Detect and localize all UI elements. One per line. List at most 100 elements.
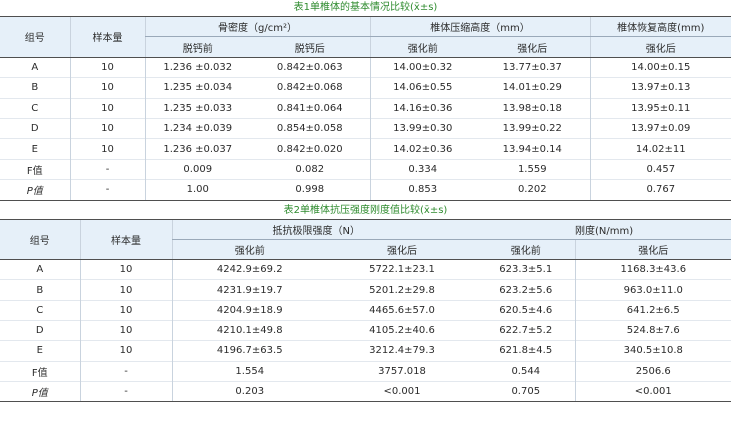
- table-cell: 0.854±0.058: [250, 117, 370, 139]
- table-cell: 2506.6: [574, 360, 731, 382]
- table-row: E 10 1.236 ±0.037 0.842±0.020 14.02±0.36 13.9…: [0, 138, 731, 160]
- row-sample-size: 10: [69, 97, 145, 119]
- table-cell: 13.99±0.22: [475, 117, 591, 139]
- row-sample-size: -: [79, 360, 172, 382]
- row-group-label: C: [0, 97, 70, 119]
- table1-header-recovery-height: 椎体恢复高度(mm): [589, 15, 731, 38]
- table2-sub-after-reinf: 强化后: [327, 239, 477, 261]
- row-sample-size: 10: [69, 77, 145, 99]
- row-group-label: D: [0, 319, 80, 341]
- table1-header-compression-height: 椎体压缩高度（mm）: [369, 15, 591, 38]
- table1-basic-info: 组号 样本量 骨密度（g/cm²） 椎体压缩高度（mm） 椎体恢复高度(mm) …: [0, 15, 731, 201]
- table-cell: 1.234 ±0.039: [144, 117, 250, 139]
- table-cell: 1.559: [475, 158, 591, 180]
- table-cell: 0.842±0.020: [250, 138, 370, 160]
- table2-strength-stiffness: 组号 样本量 抵抗极限强度（N） 刚度(N/mm) 强化前 强化后 强化前 强化…: [0, 218, 731, 403]
- table-cell: 14.16±0.36: [369, 97, 475, 119]
- row-sample-size: 10: [69, 56, 145, 78]
- table-cell: <0.001: [327, 380, 477, 403]
- table-cell: 524.8±7.6: [574, 319, 731, 341]
- table-cell: 5722.1±23.1: [327, 259, 477, 280]
- table-row: B 10 1.235 ±0.034 0.842±0.068 14.06±0.55 14.0…: [0, 77, 731, 99]
- table-row: P值 -0.203 <0.001 0.705 <0.001: [0, 380, 731, 403]
- row-group-label: C: [0, 299, 80, 321]
- row-sample-size: 10: [69, 117, 145, 139]
- table2-header-group: 组号: [0, 218, 80, 261]
- table-cell: 0.082: [250, 158, 370, 180]
- table-cell: 340.5±10.8: [574, 340, 731, 362]
- row-sample-size: -: [79, 380, 172, 403]
- table-row: B 10 4231.9±19.7 5201.2±29.8 623.2±5.6 963.0±…: [0, 279, 731, 301]
- table-cell: 4105.2±40.6: [327, 319, 477, 341]
- table-cell: 0.544: [477, 360, 576, 382]
- table-cell: 13.94±0.14: [475, 138, 591, 160]
- table-cell: 4210.1±49.8: [171, 319, 327, 341]
- table2-header-ultimate-strength: 抵抗极限强度（N）: [171, 218, 576, 240]
- row-sample-size: 10: [79, 279, 172, 301]
- table1-body: A 10 1.236 ±0.032 0.842±0.063 14.00±0.32 13.7…: [0, 56, 731, 201]
- row-group-label: E: [0, 138, 70, 160]
- table1-sub-before-decal: 脱钙前: [144, 36, 250, 58]
- table-cell: 0.705: [477, 380, 576, 403]
- table-row: E 10 4196.7±63.5 3212.4±79.3 621.8±4.5 340.5±…: [0, 340, 731, 362]
- table-cell: 14.00±0.32: [369, 56, 475, 78]
- table1-caption: 表1单椎体的基本情况比较(x̄±s): [293, 2, 438, 13]
- table-cell: 1.235 ±0.034: [144, 77, 250, 99]
- table-cell: 13.77±0.37: [475, 56, 591, 78]
- table2-sub-before-reinf-stiff: 强化前: [477, 239, 576, 261]
- table-row: C 10 1.235 ±0.033 0.841±0.064 14.16±0.36 13.9…: [0, 97, 731, 119]
- table2-caption: 表2单椎体抗压强度刚度值比较(x̄±s): [283, 204, 448, 216]
- table-cell: 0.009: [144, 158, 250, 180]
- table-cell: 1.00: [144, 179, 250, 201]
- table-row: D 10 4210.1±49.8 4105.2±40.6 622.7±5.2 524.8±…: [0, 319, 731, 341]
- table-cell: 5201.2±29.8: [327, 279, 477, 301]
- table-cell: 13.99±0.30: [369, 117, 475, 139]
- table-cell: 4465.6±57.0: [327, 299, 477, 321]
- table2-sub-after-reinf-stiff: 强化后: [574, 239, 731, 261]
- table1-header-bone-density: 骨密度（g/cm²）: [144, 15, 370, 38]
- table1-sub-after-reinf-recovery: 强化后: [589, 36, 731, 58]
- table-cell: 0.457: [589, 158, 731, 180]
- row-group-label: P值: [0, 179, 70, 201]
- table-cell: 1168.3±43.6: [574, 259, 731, 280]
- table-cell: 0.998: [250, 179, 370, 201]
- table-cell: 0.853: [369, 179, 475, 201]
- table-cell: 0.334: [369, 158, 475, 180]
- table-cell: 0.767: [589, 179, 731, 201]
- table-cell: 0.841±0.064: [250, 97, 370, 119]
- table-cell: 622.7±5.2: [477, 319, 576, 341]
- table-cell: 620.5±4.6: [477, 299, 576, 321]
- table-cell: 14.06±0.55: [369, 77, 475, 99]
- table-cell: 963.0±11.0: [574, 279, 731, 301]
- table-cell: 14.00±0.15: [589, 56, 731, 78]
- table-cell: 4204.9±18.9: [171, 299, 327, 321]
- table-row: A 10 4242.9±69.2 5722.1±23.1 623.3±5.1 1168.3…: [0, 259, 731, 280]
- row-group-label: P值: [0, 380, 80, 403]
- row-sample-size: 10: [79, 259, 172, 280]
- table-cell: 0.203: [171, 380, 327, 403]
- table-cell: 0.202: [475, 179, 591, 201]
- table-cell: 641.2±6.5: [574, 299, 731, 321]
- table-cell: 4196.7±63.5: [171, 340, 327, 362]
- table-cell: 13.97±0.13: [589, 77, 731, 99]
- row-sample-size: 10: [69, 138, 145, 160]
- table2-header-stiffness: 刚度(N/mm): [575, 218, 731, 240]
- row-sample-size: -: [69, 158, 145, 180]
- table-row: F值 -1.554 3757.018 0.544 2506.6: [0, 360, 731, 382]
- table-cell: 0.842±0.068: [250, 77, 370, 99]
- row-group-label: B: [0, 77, 70, 99]
- table-row: F值 -0.009 0.082 0.334 1.559 0.457: [0, 158, 731, 180]
- table-cell: 13.95±0.11: [589, 97, 731, 119]
- table-cell: 0.842±0.063: [250, 56, 370, 78]
- table-cell: 13.98±0.18: [475, 97, 591, 119]
- table-cell: 14.02±0.36: [369, 138, 475, 160]
- row-sample-size: 10: [79, 319, 172, 341]
- table-row: D 10 1.234 ±0.039 0.854±0.058 13.99±0.30 13.9…: [0, 117, 731, 139]
- table-cell: 1.236 ±0.032: [144, 56, 250, 78]
- table-row: C 10 4204.9±18.9 4465.6±57.0 620.5±4.6 641.2±…: [0, 299, 731, 321]
- table2-body: A 10 4242.9±69.2 5722.1±23.1 623.3±5.1 1168.3…: [0, 259, 731, 403]
- table1-header-group: 组号: [0, 16, 70, 58]
- row-sample-size: 10: [79, 299, 172, 321]
- row-group-label: F值: [0, 360, 80, 382]
- table2-header-sample-size: 样本量: [79, 218, 172, 261]
